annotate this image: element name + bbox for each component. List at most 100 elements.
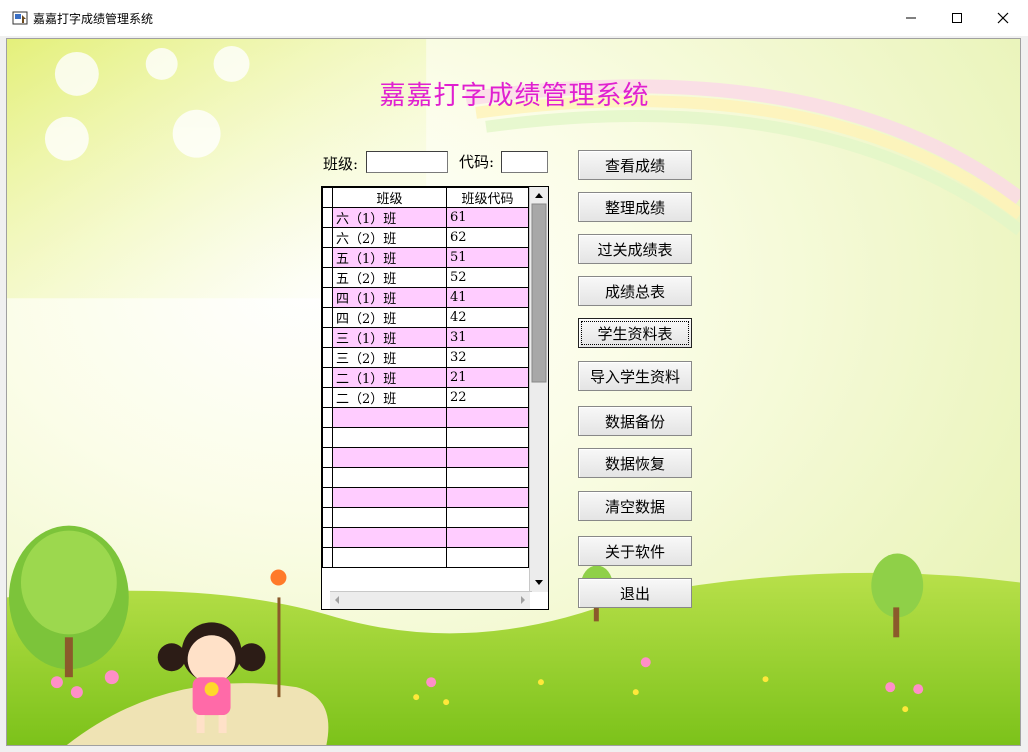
scrollbar-corner xyxy=(530,592,548,609)
code-cell[interactable] xyxy=(446,527,529,548)
grid-corner-header xyxy=(322,187,333,208)
table-row[interactable] xyxy=(322,487,529,508)
code-cell[interactable]: 52 xyxy=(446,267,529,288)
table-row[interactable] xyxy=(322,547,529,568)
class-cell[interactable]: 五（1）班 xyxy=(332,247,447,268)
class-cell[interactable]: 六（1）班 xyxy=(332,207,447,228)
minimize-button[interactable] xyxy=(888,0,934,36)
row-header[interactable] xyxy=(322,507,333,528)
about-button[interactable]: 关于软件 xyxy=(578,536,692,566)
class-cell[interactable]: 二（2）班 xyxy=(332,387,447,408)
score-summary-button[interactable]: 成绩总表 xyxy=(578,276,692,306)
class-cell[interactable]: 三（1）班 xyxy=(332,327,447,348)
class-cell[interactable] xyxy=(332,527,447,548)
code-cell[interactable]: 41 xyxy=(446,287,529,308)
code-cell[interactable]: 32 xyxy=(446,347,529,368)
row-header[interactable] xyxy=(322,267,333,288)
table-row[interactable]: 二（2）班 22 xyxy=(322,387,529,408)
table-row[interactable]: 四（2）班 42 xyxy=(322,307,529,328)
table-row[interactable]: 三（1）班 31 xyxy=(322,327,529,348)
class-cell[interactable] xyxy=(332,507,447,528)
class-input[interactable] xyxy=(366,151,448,173)
row-header[interactable] xyxy=(322,367,333,388)
code-cell[interactable] xyxy=(446,467,529,488)
code-cell[interactable] xyxy=(446,447,529,468)
table-row[interactable]: 五（1）班 51 xyxy=(322,247,529,268)
class-cell[interactable]: 三（2）班 xyxy=(332,347,447,368)
import-students-button[interactable]: 导入学生资料 xyxy=(578,361,692,391)
table-row[interactable]: 二（1）班 21 xyxy=(322,367,529,388)
exit-button[interactable]: 退出 xyxy=(578,578,692,608)
code-cell[interactable] xyxy=(446,547,529,568)
row-header[interactable] xyxy=(322,427,333,448)
row-header[interactable] xyxy=(322,307,333,328)
table-row[interactable] xyxy=(322,507,529,528)
row-header[interactable] xyxy=(322,247,333,268)
app-title: 嘉嘉打字成绩管理系统 xyxy=(379,81,650,111)
window-title: 嘉嘉打字成绩管理系统 xyxy=(33,12,154,26)
code-cell[interactable]: 22 xyxy=(446,387,529,408)
horizontal-scrollbar[interactable] xyxy=(330,591,532,609)
restore-data-button[interactable]: 数据恢复 xyxy=(578,448,692,478)
clear-data-button[interactable]: 清空数据 xyxy=(578,491,692,521)
table-row[interactable]: 三（2）班 32 xyxy=(322,347,529,368)
row-header[interactable] xyxy=(322,447,333,468)
code-input[interactable] xyxy=(501,151,548,173)
table-row[interactable] xyxy=(322,527,529,548)
class-cell[interactable]: 四（2）班 xyxy=(332,307,447,328)
column-header-class[interactable]: 班级 xyxy=(332,187,447,208)
row-header[interactable] xyxy=(322,387,333,408)
pass-scores-button[interactable]: 过关成绩表 xyxy=(578,234,692,264)
row-header[interactable] xyxy=(322,487,333,508)
class-grid[interactable]: 班级 班级代码 六（1）班 61 六（2）班 62 五（1）班 51 五（2）班 52 四（1）… xyxy=(321,186,549,610)
class-cell[interactable] xyxy=(332,547,447,568)
class-cell[interactable]: 四（1）班 xyxy=(332,287,447,308)
backup-data-button[interactable]: 数据备份 xyxy=(578,406,692,436)
code-cell[interactable]: 21 xyxy=(446,367,529,388)
table-row[interactable]: 六（1）班 61 xyxy=(322,207,529,228)
class-table: 班级 班级代码 六（1）班 61 六（2）班 62 五（1）班 51 五（2）班 52 四（1）… xyxy=(322,187,529,568)
main-form: 嘉嘉打字成绩管理系统 班级: 代码: 班级 班级代码 六（1）班 61 六（2）班 6… xyxy=(6,38,1021,746)
code-cell[interactable]: 31 xyxy=(446,327,529,348)
code-cell[interactable] xyxy=(446,487,529,508)
code-cell[interactable] xyxy=(446,407,529,428)
row-header[interactable] xyxy=(322,327,333,348)
class-cell[interactable]: 五（2）班 xyxy=(332,267,447,288)
code-cell[interactable]: 61 xyxy=(446,207,529,228)
table-row[interactable] xyxy=(322,427,529,448)
student-info-button[interactable]: 学生资料表 xyxy=(578,318,692,348)
row-header[interactable] xyxy=(322,547,333,568)
row-header[interactable] xyxy=(322,467,333,488)
maximize-button[interactable] xyxy=(934,0,980,36)
code-cell[interactable]: 42 xyxy=(446,307,529,328)
close-button[interactable] xyxy=(980,0,1026,36)
table-row[interactable]: 六（2）班 62 xyxy=(322,227,529,248)
maximize-icon xyxy=(952,13,962,23)
table-row[interactable]: 五（2）班 52 xyxy=(322,267,529,288)
code-cell[interactable]: 51 xyxy=(446,247,529,268)
class-cell[interactable]: 六（2）班 xyxy=(332,227,447,248)
code-cell[interactable]: 62 xyxy=(446,227,529,248)
class-cell[interactable] xyxy=(332,427,447,448)
table-row[interactable]: 四（1）班 41 xyxy=(322,287,529,308)
row-header[interactable] xyxy=(322,347,333,368)
view-scores-button[interactable]: 查看成绩 xyxy=(578,150,692,180)
table-row[interactable] xyxy=(322,467,529,488)
class-cell[interactable] xyxy=(332,407,447,428)
row-header[interactable] xyxy=(322,207,333,228)
row-header[interactable] xyxy=(322,527,333,548)
column-header-class-code[interactable]: 班级代码 xyxy=(446,187,529,208)
class-cell[interactable] xyxy=(332,487,447,508)
row-header[interactable] xyxy=(322,287,333,308)
class-cell[interactable] xyxy=(332,447,447,468)
row-header[interactable] xyxy=(322,227,333,248)
code-cell[interactable] xyxy=(446,427,529,448)
class-cell[interactable] xyxy=(332,467,447,488)
row-header[interactable] xyxy=(322,407,333,428)
vertical-scrollbar[interactable] xyxy=(529,187,548,592)
organize-scores-button[interactable]: 整理成绩 xyxy=(578,192,692,222)
table-row[interactable] xyxy=(322,447,529,468)
class-cell[interactable]: 二（1）班 xyxy=(332,367,447,388)
code-cell[interactable] xyxy=(446,507,529,528)
table-row[interactable] xyxy=(322,407,529,428)
